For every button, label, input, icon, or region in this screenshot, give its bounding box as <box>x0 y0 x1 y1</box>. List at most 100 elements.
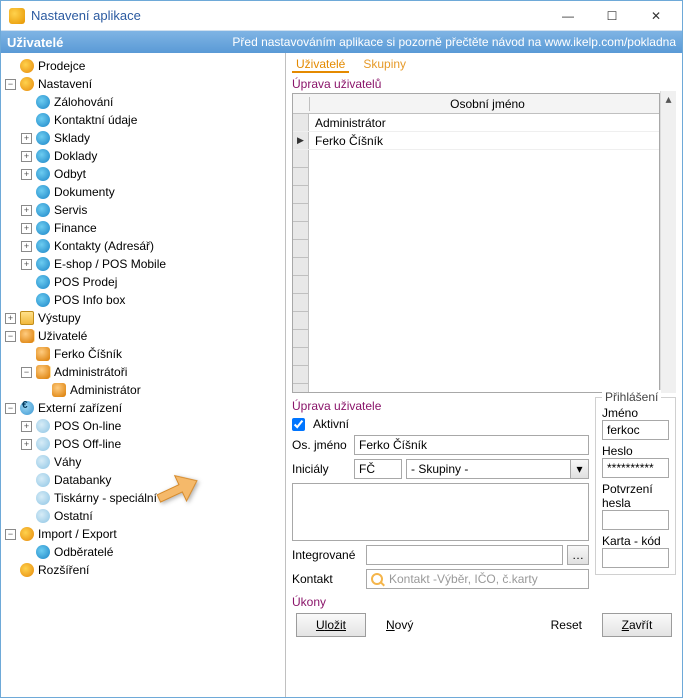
integrated-input[interactable] <box>366 545 563 565</box>
groups-dropdown[interactable] <box>406 459 571 479</box>
gear-icon <box>36 95 50 109</box>
tab-groups[interactable]: Skupiny <box>359 57 410 73</box>
section-header: Uživatelé Před nastavováním aplikace si … <box>1 31 682 53</box>
close-action-button[interactable]: Zavřít <box>602 613 672 637</box>
gear-icon <box>20 77 34 91</box>
tree-item[interactable]: +Odbyt <box>21 165 283 183</box>
login-legend: Přihlášení <box>602 390 661 404</box>
tab-users[interactable]: Uživatelé <box>292 57 349 73</box>
tree-item[interactable]: POS Info box <box>21 291 283 309</box>
tree-import-export[interactable]: − Import / Export <box>5 525 283 543</box>
folder-icon <box>20 311 34 325</box>
reset-button[interactable]: Reset <box>551 618 582 632</box>
tree-item[interactable]: Kontaktní údaje <box>21 111 283 129</box>
tree-item[interactable]: Dokumenty <box>21 183 283 201</box>
tree-item[interactable]: +POS Off-line <box>21 435 283 453</box>
dropdown-arrow-icon[interactable]: ▾ <box>571 459 589 479</box>
gear-icon <box>36 293 50 307</box>
table-row[interactable]: Ferko Číšník <box>293 132 659 150</box>
expander-icon[interactable]: + <box>5 313 16 324</box>
gear-icon <box>36 239 50 253</box>
tree-item[interactable]: +Servis <box>21 201 283 219</box>
maximize-button[interactable]: ☐ <box>590 2 634 30</box>
app-window: Nastavení aplikace — ☐ ✕ Uživatelé Před … <box>0 0 683 698</box>
minimize-button[interactable]: — <box>546 2 590 30</box>
tree-item[interactable]: Databanky <box>21 471 283 489</box>
login-card-label: Karta - kód <box>602 534 669 548</box>
section-hint: Před nastavováním aplikace si pozorně př… <box>232 35 676 49</box>
initials-label: Iniciály <box>292 462 350 476</box>
new-button[interactable]: Nový <box>386 618 413 632</box>
tree-item[interactable]: Ostatní <box>21 507 283 525</box>
tree-root[interactable]: Prodejce <box>5 57 283 75</box>
search-icon <box>371 573 383 585</box>
expander-icon[interactable]: − <box>5 331 16 342</box>
tree-admin-user[interactable]: Administrátor <box>37 381 283 399</box>
nav-tree[interactable]: Prodejce − Nastavení ZálohováníKontaktní… <box>1 53 286 697</box>
contact-search-input[interactable]: Kontakt -Výběr, IČO, č.karty <box>366 569 589 589</box>
login-fieldset: Přihlášení Jméno Heslo Potvrzení hesla <box>595 397 676 575</box>
tree-admins[interactable]: − Administrátoři <box>21 363 283 381</box>
titlebar: Nastavení aplikace — ☐ ✕ <box>1 1 682 31</box>
gear-icon <box>36 275 50 289</box>
expander-icon[interactable]: − <box>21 367 32 378</box>
contact-placeholder: Kontakt -Výběr, IČO, č.karty <box>389 572 538 586</box>
expander-icon[interactable]: − <box>5 403 16 414</box>
active-label[interactable]: Aktivní <box>313 417 371 431</box>
tree-external[interactable]: − Externí zařízení <box>5 399 283 417</box>
tree-outputs[interactable]: + Výstupy <box>5 309 283 327</box>
save-button[interactable]: Uložit <box>296 613 366 637</box>
initials-input[interactable] <box>354 459 402 479</box>
gear-icon <box>36 113 50 127</box>
device-icon <box>36 437 50 451</box>
users-icon <box>36 365 50 379</box>
cell-name: Ferko Číšník <box>309 134 659 148</box>
notes-textarea[interactable] <box>292 483 589 541</box>
tree-users[interactable]: − Uživatelé <box>5 327 283 345</box>
window-title: Nastavení aplikace <box>31 8 546 23</box>
name-input[interactable] <box>354 435 589 455</box>
tree-item[interactable]: +Finance <box>21 219 283 237</box>
users-grid[interactable]: Osobní jméno Administrátor Ferko Číšník <box>292 93 660 393</box>
login-password-label: Heslo <box>602 444 669 458</box>
gear-icon <box>20 527 34 541</box>
seller-icon <box>20 59 34 73</box>
row-header[interactable] <box>293 114 309 131</box>
active-checkbox[interactable] <box>292 418 305 431</box>
login-name-input[interactable] <box>602 420 669 440</box>
login-password-input[interactable] <box>602 458 669 478</box>
tree-settings[interactable]: − Nastavení <box>5 75 283 93</box>
tree-item[interactable]: POS Prodej <box>21 273 283 291</box>
table-row[interactable]: Administrátor <box>293 114 659 132</box>
tree-item[interactable]: +Kontakty (Adresář) <box>21 237 283 255</box>
device-icon <box>36 419 50 433</box>
column-header-name[interactable]: Osobní jméno <box>309 97 659 111</box>
login-password2-label: Potvrzení hesla <box>602 482 669 510</box>
tree-item[interactable]: +Doklady <box>21 147 283 165</box>
name-label: Os. jméno <box>292 438 350 452</box>
tree-item[interactable]: +E-shop / POS Mobile <box>21 255 283 273</box>
expander-icon[interactable]: − <box>5 529 16 540</box>
tree-user-ferko[interactable]: Ferko Číšník <box>21 345 283 363</box>
tree-extensions[interactable]: Rozšíření <box>5 561 283 579</box>
tree-item[interactable]: Váhy <box>21 453 283 471</box>
app-icon <box>9 8 25 24</box>
tree-item[interactable]: +Sklady <box>21 129 283 147</box>
tree-item[interactable]: Tiskárny - speciální <box>21 489 283 507</box>
gear-icon <box>36 257 50 271</box>
tree-item[interactable]: Odběratelé <box>21 543 283 561</box>
tree-item[interactable]: Zálohování <box>21 93 283 111</box>
login-password2-input[interactable] <box>602 510 669 530</box>
integrated-label: Integrované <box>292 548 362 562</box>
integrated-browse-button[interactable]: … <box>567 545 589 565</box>
login-card-input[interactable] <box>602 548 669 568</box>
expander-icon[interactable]: − <box>5 79 16 90</box>
scroll-up-icon[interactable]: ▴ <box>661 91 676 107</box>
grid-scrollbar[interactable]: ▴ <box>660 91 676 393</box>
row-header[interactable] <box>293 132 309 149</box>
grid-body[interactable]: Administrátor Ferko Číšník <box>293 114 659 392</box>
user-edit-heading: Úprava uživatele <box>292 399 589 413</box>
close-button[interactable]: ✕ <box>634 2 678 30</box>
gear-icon <box>36 203 50 217</box>
tree-item[interactable]: +POS On-line <box>21 417 283 435</box>
